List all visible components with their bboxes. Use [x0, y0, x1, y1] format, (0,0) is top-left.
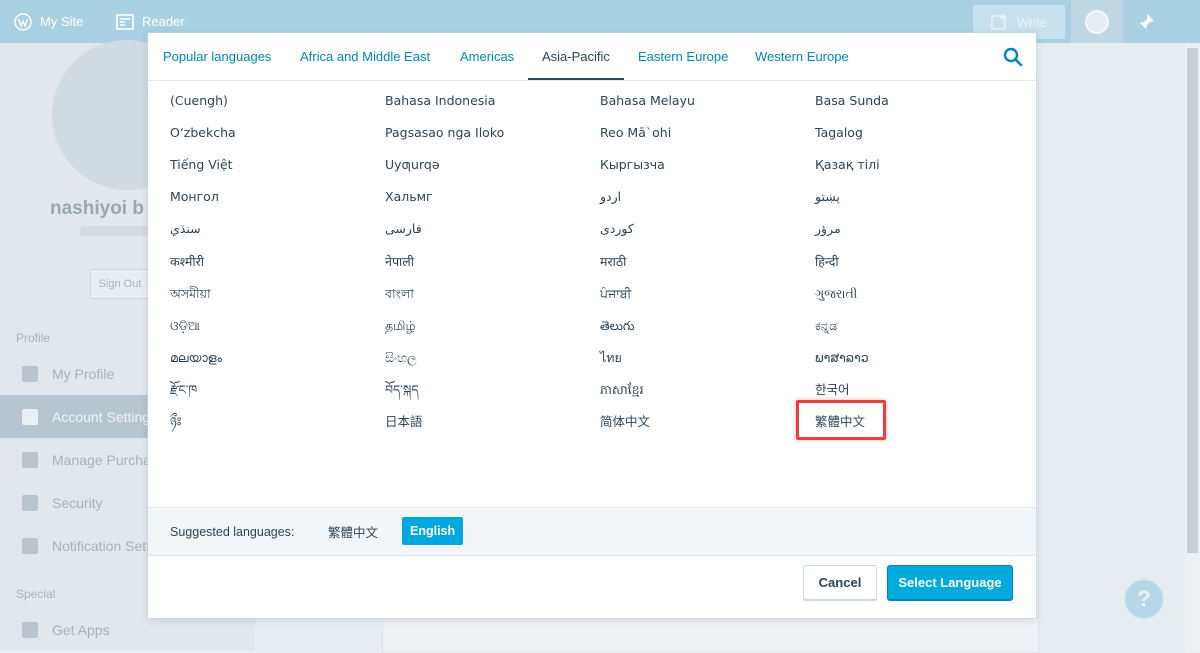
language-option[interactable]: Tiếng Việt [170, 155, 233, 175]
write-icon [991, 14, 1006, 30]
language-option[interactable]: తెలుగు [600, 316, 635, 336]
wordpress-icon [14, 12, 32, 31]
language-option[interactable]: Монгол [170, 187, 219, 207]
language-option[interactable]: Кыргызча [600, 155, 665, 175]
select-language-button[interactable]: Select Language [887, 565, 1013, 601]
language-option[interactable]: ਪੰਜਾਬੀ [600, 284, 631, 304]
language-option[interactable]: বাংলা [385, 284, 414, 304]
highlight-annotation [796, 400, 886, 440]
tab-americas[interactable]: Americas [460, 33, 514, 80]
language-option[interactable]: ಕನ್ನಡ [815, 316, 837, 336]
language-option[interactable]: தமிழ் [385, 316, 416, 336]
notifications-icon [1140, 13, 1154, 29]
section-special: Special [16, 587, 56, 601]
notifications-button[interactable] [1137, 0, 1157, 43]
language-option[interactable]: ភាសាខ្មែរ [600, 380, 644, 400]
language-option[interactable]: ཉྀཿ [170, 412, 181, 432]
language-option[interactable]: हिन्दी [815, 252, 839, 272]
sign-out-button[interactable]: Sign Out [90, 269, 150, 299]
sidebar-item-label: Security [52, 494, 103, 511]
suggested-languages-bar: Suggested languages: 繁體中文 English [148, 507, 1036, 556]
card-icon [22, 451, 38, 468]
language-option[interactable]: සිංහල [385, 348, 417, 368]
profile-handle [80, 226, 150, 236]
language-option[interactable]: مرؤر [815, 219, 841, 239]
avatar [1085, 9, 1109, 34]
search-icon[interactable] [1003, 47, 1023, 67]
gear-icon [22, 408, 38, 425]
language-option[interactable]: ଓଡ଼ିଆ [170, 316, 200, 336]
language-option[interactable]: اردو [600, 187, 621, 207]
scrollbar-thumb[interactable] [1187, 48, 1198, 553]
tab-popular-languages[interactable]: Popular languages [163, 33, 271, 80]
active-tab-indicator [528, 78, 624, 80]
suggested-label: Suggested languages: [170, 524, 295, 539]
language-option[interactable]: Tagalog [815, 123, 863, 143]
language-option[interactable]: سنڌي [170, 219, 201, 239]
me-button[interactable] [1071, 0, 1123, 43]
tab-eastern-europe[interactable]: Eastern Europe [638, 33, 728, 80]
tab-asia-pacific[interactable]: Asia-Pacific [542, 33, 610, 80]
help-button[interactable]: ? [1123, 578, 1165, 620]
tab-western-europe[interactable]: Western Europe [755, 33, 849, 80]
language-option[interactable]: Bahasa Melayu [600, 91, 695, 111]
language-option[interactable]: (Cuengh) [170, 91, 228, 111]
language-option[interactable]: བོད་སྐད [385, 380, 419, 400]
language-option[interactable]: Bahasa Indonesia [385, 91, 495, 111]
person-icon [22, 365, 38, 382]
language-option[interactable]: Reo Mā`ohi [600, 123, 671, 143]
language-option[interactable]: Uyƣurqə [385, 155, 440, 175]
sidebar-item-label: Get Apps [52, 621, 110, 638]
sidebar-item-label: My Profile [52, 365, 115, 382]
language-option[interactable]: Хальмг [385, 187, 433, 207]
language-option[interactable]: മലയാളം [170, 348, 222, 368]
suggested-language-option-selected[interactable]: English [402, 517, 464, 545]
language-option[interactable]: অসমীয়া [170, 284, 211, 304]
help-icon: ? [1137, 586, 1151, 611]
language-option[interactable]: 日本語 [385, 412, 423, 432]
reader-icon [116, 13, 134, 30]
suggested-language-option[interactable]: 繁體中文 [328, 508, 378, 555]
language-option[interactable]: Basa Sunda [815, 91, 889, 111]
cancel-button[interactable]: Cancel [803, 565, 877, 601]
my-site-link[interactable]: My Site [14, 0, 83, 43]
write-label: Write [1016, 14, 1048, 30]
language-option[interactable]: 한국어 [815, 380, 850, 400]
region-tabs: Popular languages Africa and Middle East… [148, 33, 1036, 81]
profile-username: nashiyoi b [50, 198, 144, 219]
language-option[interactable]: ไทย [600, 348, 622, 368]
language-option[interactable]: कश्मीरी [170, 252, 204, 272]
bell-icon [22, 537, 38, 554]
language-option[interactable]: मराठी [600, 252, 626, 272]
language-option[interactable]: Pagsasao nga Iloko [385, 123, 504, 143]
tab-africa-middle-east[interactable]: Africa and Middle East [300, 33, 430, 80]
language-option[interactable]: རྫོང་ཁ [170, 380, 197, 400]
language-option[interactable]: پښتو [815, 187, 840, 207]
language-option[interactable]: 简体中文 [600, 412, 650, 432]
language-option[interactable]: O‘zbekcha [170, 123, 236, 143]
language-picker-dialog: Popular languages Africa and Middle East… [148, 33, 1036, 618]
lock-icon [22, 494, 38, 511]
reader-label: Reader [142, 14, 185, 29]
language-option[interactable]: ພາສາລາວ [815, 348, 869, 368]
language-option[interactable]: नेपाली [385, 252, 414, 272]
language-option[interactable]: کوردی [600, 219, 634, 239]
my-site-label: My Site [40, 14, 84, 29]
language-option[interactable]: Қазақ тілі [815, 155, 880, 175]
wordpress-icon [22, 621, 38, 638]
language-option[interactable]: فارسی [385, 219, 422, 239]
section-profile: Profile [16, 331, 51, 345]
language-option[interactable]: ગુજરાતી [815, 284, 857, 304]
sidebar-item-label: Account Settings [52, 408, 158, 425]
